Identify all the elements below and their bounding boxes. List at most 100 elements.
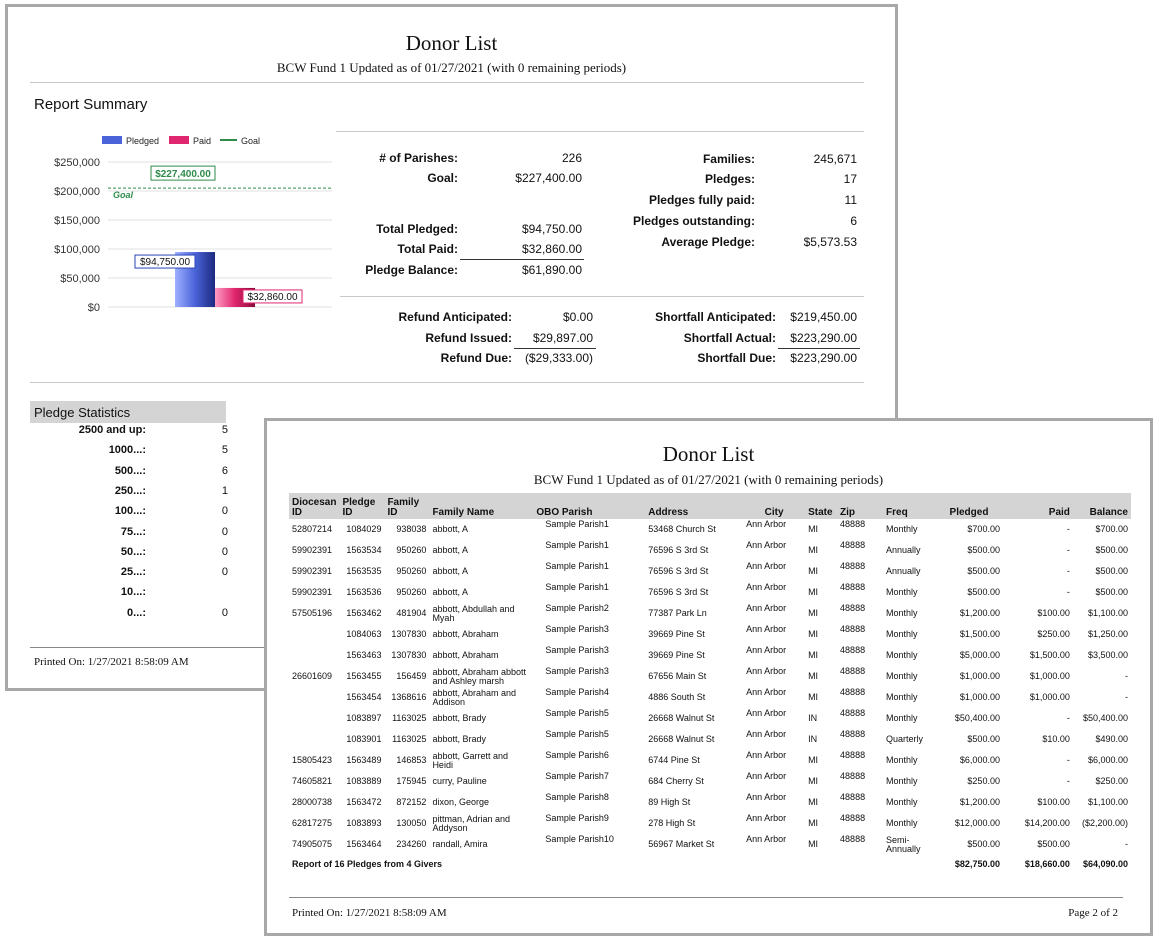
summary-heading: Report Summary — [34, 96, 148, 113]
table-cell: MI — [808, 776, 819, 786]
table-cell: $500.00 — [1037, 839, 1070, 849]
stat-row: 250...: 1 — [8, 485, 228, 505]
table-cell: 48888 — [840, 729, 866, 739]
stat-row: 10...: — [8, 586, 228, 606]
summary-label: Pledges: — [704, 172, 755, 186]
summary-label: Pledges fully paid: — [648, 193, 755, 207]
table-cell: abbott, Abraham and Addison — [432, 687, 516, 707]
stat-value: 0 — [221, 566, 228, 579]
table-cell: $1,200.00 — [959, 608, 1000, 618]
table-cell: $490.00 — [1095, 734, 1128, 744]
table-header-row: Diocesan ID Pledge ID Family ID Family Name… — [289, 493, 1131, 519]
table-cell: $250.00 — [967, 776, 1000, 786]
table-cell: 950260 — [396, 587, 427, 597]
table-cell: Ann Arbor — [746, 792, 787, 802]
table-cell: Ann Arbor — [746, 603, 787, 613]
table-cell: $500.00 — [967, 566, 1000, 576]
table-cell: 76596 S 3rd St — [648, 545, 709, 555]
table-cell: 950260 — [396, 545, 427, 555]
column-header: State — [805, 493, 838, 519]
table-cell: 6744 Pine St — [648, 755, 700, 765]
y-tick-label: $250,000 — [54, 157, 100, 169]
printed-on: Printed On: 1/27/2021 8:58:09 AM — [292, 907, 447, 919]
table-cell: 39669 Pine St — [648, 650, 705, 660]
y-tick-label: $50,000 — [60, 273, 100, 285]
stat-row: 50...: 0 — [8, 546, 228, 566]
table-cell: 1563535 — [346, 566, 382, 576]
divider — [30, 382, 864, 383]
table-cell: 1563454 — [346, 692, 382, 702]
table-cell: Monthly — [886, 776, 918, 786]
stat-row: 0...: 0 — [8, 607, 228, 627]
stat-value: 6 — [221, 464, 228, 477]
table-cell: $700.00 — [1095, 524, 1128, 534]
table-cell — [289, 645, 339, 666]
stat-label: 0...: — [127, 606, 146, 619]
summary-value: $219,450.00 — [790, 310, 857, 324]
table-row: 62817275 1083893 130050 pittman, Adrian and… — [289, 813, 1131, 834]
table-cell: Monthly — [886, 692, 918, 702]
table-row: 74905075 1563464 234260 randall, Amira Sampl… — [289, 834, 1131, 855]
summary-label: Refund Due: — [440, 351, 512, 365]
table-cell: Ann Arbor — [746, 540, 787, 550]
table-cell: 77387 Park Ln — [648, 608, 707, 618]
table-cell: $500.00 — [1095, 566, 1128, 576]
table-cell: Sample Parish6 — [545, 750, 609, 760]
table-cell: $50,400.00 — [1082, 713, 1128, 723]
table-cell: 1563489 — [346, 755, 382, 765]
summary-label: Goal: — [427, 171, 458, 185]
summary-value: $223,290.00 — [790, 351, 857, 365]
table-cell: $500.00 — [1095, 587, 1128, 597]
column-header: Freq — [883, 493, 935, 519]
stat-value: 0 — [221, 606, 228, 619]
table-cell: $1,000.00 — [1029, 692, 1070, 702]
stat-label: 10...: — [120, 586, 146, 599]
summary-label: Shortfall Due: — [697, 351, 776, 365]
table-cell: $50,400.00 — [954, 713, 1000, 723]
table-cell: $14,200.00 — [1024, 818, 1070, 828]
table-cell: - — [1066, 713, 1070, 723]
table-cell: 481904 — [396, 608, 427, 618]
column-header: Diocesan ID — [289, 493, 340, 519]
summary-label: Families: — [702, 152, 755, 166]
column-header: Address — [645, 493, 744, 519]
summary-label: Refund Anticipated: — [398, 310, 512, 324]
summary-value: 11 — [844, 193, 857, 207]
table-cell: $12,000.00 — [954, 818, 1000, 828]
total-balance: $64,090.00 — [1082, 858, 1128, 869]
table-cell: $1,000.00 — [959, 692, 1000, 702]
goal-line-label: Goal — [113, 190, 134, 200]
table-cell: 1563463 — [346, 650, 382, 660]
table-cell: Sample Parish4 — [545, 687, 609, 697]
table-cell: $6,000.00 — [1087, 755, 1128, 765]
table-cell: - — [1066, 776, 1070, 786]
table-cell: - — [1066, 545, 1070, 555]
table-cell: 48888 — [840, 813, 866, 823]
summary-label: Average Pledge: — [661, 235, 755, 249]
summary-value: $32,860.00 — [521, 242, 582, 256]
table-cell: Monthly — [886, 608, 918, 618]
table-cell: Sample Parish1 — [545, 561, 609, 571]
stat-label: 25...: — [120, 566, 146, 579]
table-cell: Sample Parish3 — [545, 624, 609, 634]
table-cell: Sample Parish10 — [545, 834, 614, 844]
table-cell: 146853 — [396, 755, 427, 765]
table-cell: 1083901 — [346, 734, 382, 744]
summary-label: Pledges outstanding: — [632, 214, 755, 228]
table-cell: $250.00 — [1095, 776, 1128, 786]
summary-label: Refund Issued: — [425, 331, 512, 345]
table-footer-row: Report of 16 Pledges from 4 Givers $82,75… — [289, 855, 1131, 873]
table-cell: 26668 Walnut St — [648, 713, 715, 723]
table-cell: $500.00 — [967, 734, 1000, 744]
table-cell: 48888 — [840, 750, 866, 760]
table-cell: Sample Parish9 — [545, 813, 609, 823]
table-cell: $1,250.00 — [1087, 629, 1128, 639]
summary-value: $5,573.53 — [803, 235, 857, 249]
table-cell: 53468 Church St — [648, 524, 716, 534]
column-header: Family ID — [384, 493, 430, 519]
table-cell: abbott, Abraham — [432, 650, 499, 660]
table-cell: pittman, Adrian and Addyson — [432, 813, 510, 833]
table-cell: 52807214 — [292, 524, 333, 534]
table-cell: Ann Arbor — [746, 519, 787, 529]
stat-label: 2500 and up: — [78, 424, 146, 436]
